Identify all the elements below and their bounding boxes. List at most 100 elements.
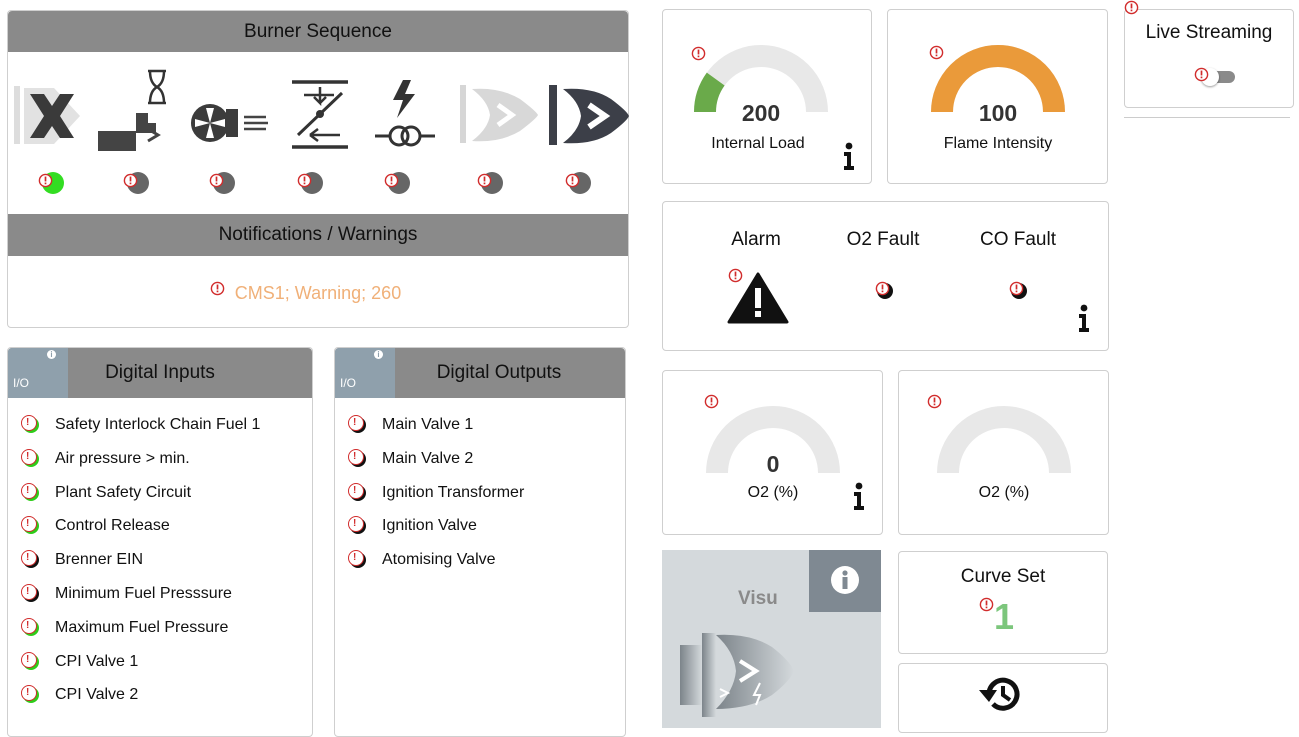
- digital-input-item[interactable]: ! CPI Valve 1: [21, 647, 139, 677]
- live-streaming-divider: [1124, 117, 1290, 118]
- flame-intensity-card: 100 Flame Intensity: [887, 9, 1108, 184]
- digital-input-item[interactable]: ! Maximum Fuel Pressure: [21, 613, 229, 643]
- warning-icon: [565, 173, 580, 188]
- burner-sequence-panel: Burner Sequence Notifications / Warnings…: [7, 10, 629, 328]
- digital-input-indicator: !: [21, 651, 39, 670]
- o2-gauge-b: [937, 406, 1071, 474]
- info-icon: i: [47, 350, 56, 359]
- live-streaming-toggle[interactable]: [1201, 68, 1235, 86]
- digital-input-label: CPI Valve 1: [55, 652, 139, 670]
- digital-output-label: Main Valve 1: [382, 416, 474, 433]
- warning-icon: [979, 597, 994, 612]
- digital-input-label: Plant Safety Circuit: [55, 483, 192, 501]
- internal-load-label: Internal Load: [711, 135, 805, 152]
- digital-input-indicator: !: [21, 584, 39, 602]
- o2-gauge-card-b: O2 (%): [898, 370, 1109, 535]
- info-icon[interactable]: [853, 482, 865, 510]
- ignition-icon: [375, 80, 435, 147]
- visu-info-button[interactable]: [809, 550, 881, 612]
- shutdown-icon: [14, 86, 80, 144]
- digital-input-item[interactable]: ! Control Release: [21, 511, 170, 541]
- io-badge[interactable]: I/O i: [335, 348, 395, 398]
- digital-output-item[interactable]: ! Main Valve 1: [348, 410, 474, 440]
- digital-output-item[interactable]: ! Atomising Valve: [348, 545, 496, 575]
- digital-input-indicator: !: [21, 550, 39, 569]
- digital-input-indicator: !: [21, 516, 39, 535]
- digital-input-label: Maximum Fuel Pressure: [55, 618, 229, 636]
- digital-input-label: Brenner EIN: [55, 551, 144, 569]
- digital-input-item[interactable]: ! Minimum Fuel Presssure: [21, 579, 232, 609]
- notification-message[interactable]: CMS1; Warning; 260: [8, 283, 628, 304]
- io-badge[interactable]: I/O i: [8, 348, 68, 398]
- history-icon: [979, 677, 1020, 711]
- digital-outputs-title: Digital Outputs: [436, 362, 562, 383]
- digital-output-indicator: !: [348, 482, 366, 501]
- damper-icon: [292, 80, 348, 149]
- purge-wait-icon: [98, 69, 166, 151]
- digital-output-indicator: !: [348, 550, 366, 569]
- flame-intensity-label: Flame Intensity: [943, 135, 1053, 152]
- burner-visual-icon: [680, 633, 794, 717]
- digital-input-item[interactable]: ! CPI Valve 2: [21, 680, 138, 710]
- digital-output-label: Ignition Valve: [382, 517, 477, 535]
- burner-sequence-title: Burner Sequence: [8, 11, 628, 52]
- curve-set-card[interactable]: Curve Set 1: [898, 551, 1108, 654]
- digital-input-indicator: !: [21, 448, 39, 467]
- warning-icon: [210, 281, 225, 296]
- warning-icon: [728, 268, 743, 283]
- o2-label-b: O2 (%): [978, 484, 1030, 501]
- notifications-title: Notifications / Warnings: [8, 214, 628, 256]
- warning-icon: [384, 173, 399, 188]
- digital-input-item[interactable]: ! Safety Interlock Chain Fuel 1: [21, 410, 261, 440]
- visu-label: Visu: [738, 588, 778, 609]
- digital-input-label: Minimum Fuel Presssure: [55, 585, 232, 602]
- digital-input-item[interactable]: ! Brenner EIN: [21, 545, 144, 575]
- digital-input-indicator: !: [21, 482, 39, 501]
- digital-input-label: Control Release: [55, 517, 170, 535]
- digital-input-label: Safety Interlock Chain Fuel 1: [55, 416, 261, 433]
- o2-label-a: O2 (%): [747, 484, 799, 501]
- digital-input-item[interactable]: ! Air pressure > min.: [21, 444, 190, 474]
- digital-output-indicator: !: [348, 415, 366, 433]
- info-icon: i: [374, 350, 383, 359]
- digital-input-indicator: !: [21, 415, 39, 433]
- curve-set-label: Curve Set: [960, 566, 1046, 587]
- digital-outputs-panel: Digital Outputs I/O i ! Main Valve 1! Main…: [334, 347, 626, 737]
- warning-icon: [297, 173, 312, 188]
- internal-load-value: 200: [741, 100, 781, 126]
- warning-icon: [1009, 281, 1024, 296]
- digital-output-item[interactable]: ! Ignition Valve: [348, 511, 477, 541]
- warning-icon: [123, 173, 138, 188]
- o2-value-a: 0: [766, 451, 780, 477]
- digital-output-item[interactable]: ! Ignition Transformer: [348, 478, 525, 508]
- info-icon[interactable]: [843, 142, 855, 170]
- digital-output-indicator: !: [348, 516, 366, 535]
- warning-icon: [929, 45, 944, 60]
- digital-inputs-title: Digital Inputs: [105, 362, 215, 383]
- gauge-track: [937, 406, 1071, 474]
- digital-input-item[interactable]: ! Plant Safety Circuit: [21, 478, 192, 508]
- digital-output-label: Ignition Transformer: [382, 483, 525, 501]
- digital-output-label: Main Valve 2: [382, 449, 474, 467]
- co-fault-label: CO Fault: [979, 229, 1057, 250]
- warning-icon: [477, 173, 492, 188]
- o2-fault-label: O2 Fault: [846, 229, 920, 250]
- visu-button[interactable]: Visu: [662, 550, 881, 728]
- pilot-flame-icon: [460, 85, 538, 143]
- fan-icon: [191, 104, 268, 142]
- digital-input-indicator: !: [21, 685, 39, 704]
- warning-icon: [875, 281, 890, 296]
- main-flame-icon: [549, 85, 629, 145]
- info-circle-icon: [831, 566, 859, 594]
- digital-output-label: Atomising Valve: [382, 551, 496, 569]
- warning-icon: [209, 173, 224, 188]
- history-button[interactable]: [898, 663, 1108, 733]
- digital-output-indicator: !: [348, 448, 366, 467]
- live-streaming-card: Live Streaming: [1124, 9, 1294, 108]
- warning-icon: [1194, 67, 1209, 82]
- info-icon[interactable]: [1078, 304, 1090, 332]
- o2-gauge-card-a: 0 O2 (%): [662, 370, 883, 535]
- digital-input-indicator: !: [21, 617, 39, 636]
- digital-output-item[interactable]: ! Main Valve 2: [348, 444, 474, 474]
- alarm-label: Alarm: [731, 229, 781, 250]
